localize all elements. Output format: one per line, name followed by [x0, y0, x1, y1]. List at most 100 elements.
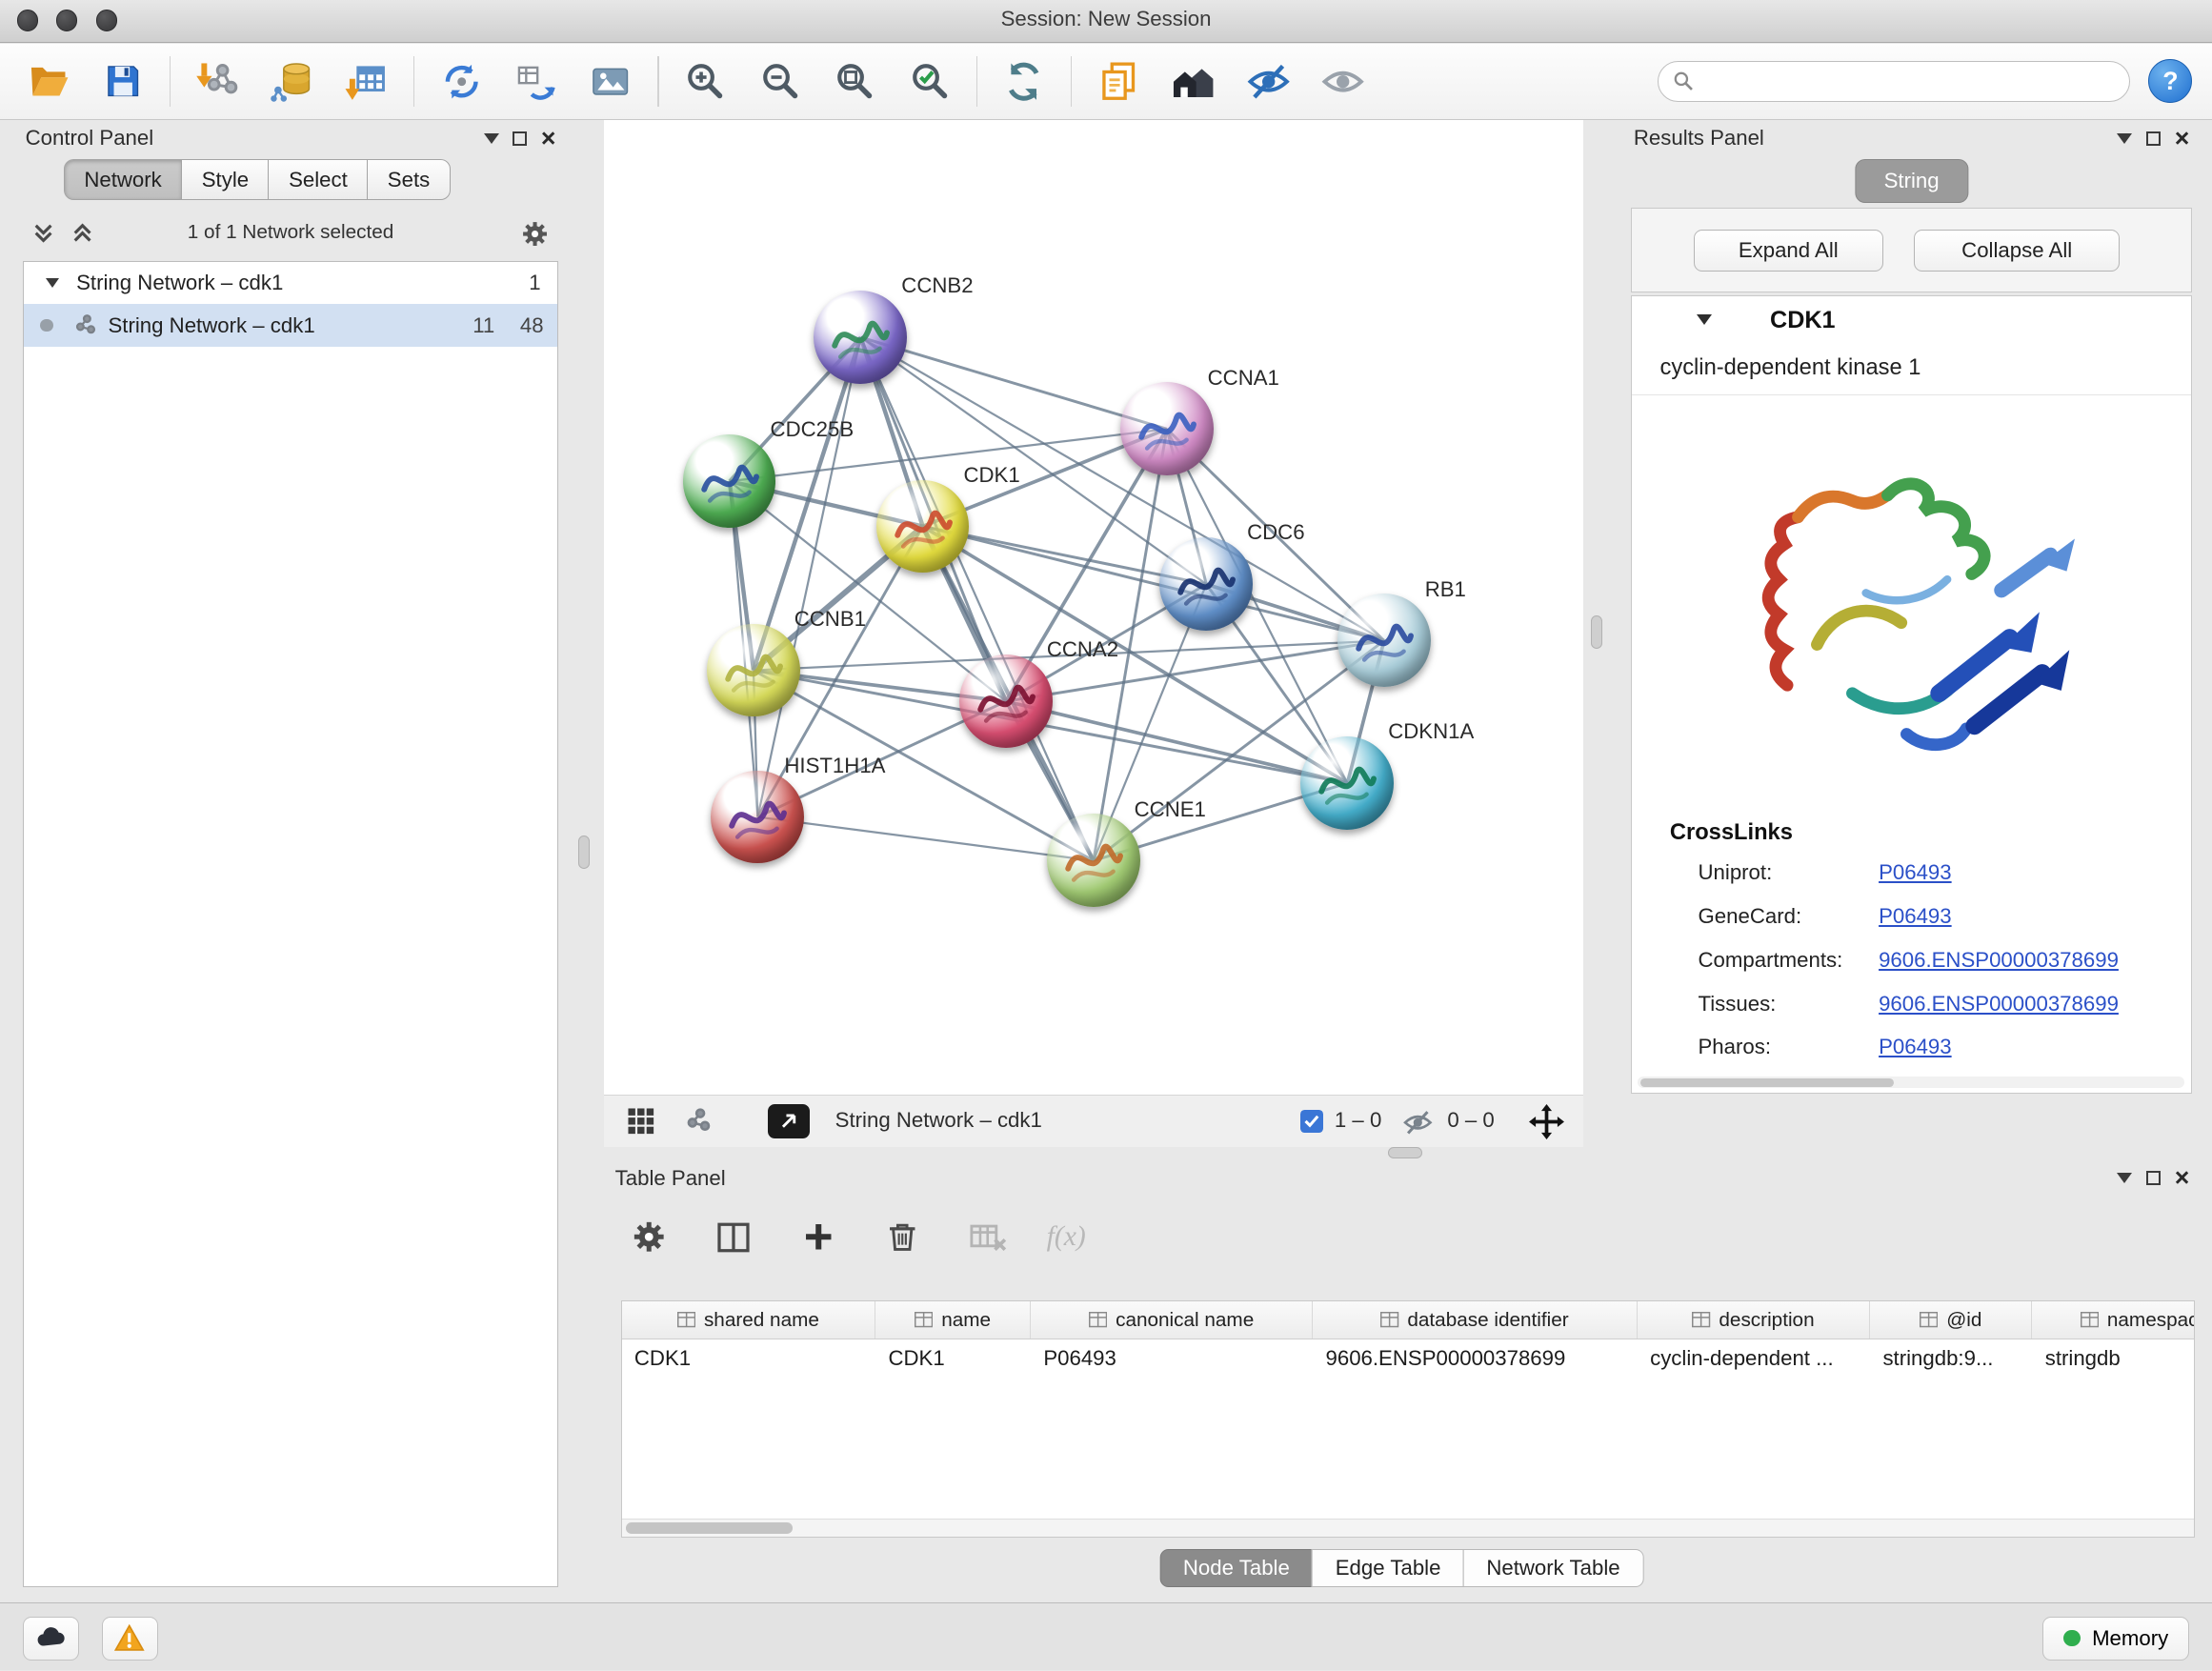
- search-input[interactable]: [1702, 69, 2115, 94]
- float-panel-icon[interactable]: [2146, 131, 2161, 146]
- cell-shared-name[interactable]: CDK1: [622, 1346, 876, 1371]
- network-canvas[interactable]: CCNB2CCNA1CDC25BCDK1CDC6RB1CCNB1CCNA2CDK…: [604, 120, 1583, 1095]
- tab-network-table[interactable]: Network Table: [1463, 1549, 1644, 1587]
- save-session-button[interactable]: [94, 51, 151, 111]
- open-session-button[interactable]: [20, 51, 76, 111]
- results-scrollbar-thumb[interactable]: [1640, 1078, 1895, 1087]
- tab-style[interactable]: Style: [181, 159, 270, 200]
- tab-select[interactable]: Select: [268, 159, 368, 200]
- network-node-hist1h1a[interactable]: [711, 771, 804, 864]
- results-scrollbar-track[interactable]: [1638, 1077, 2185, 1088]
- close-panel-icon[interactable]: ×: [2175, 129, 2190, 149]
- cell-canonical-name[interactable]: P06493: [1031, 1346, 1313, 1371]
- crosslink-link-compartments[interactable]: 9606.ENSP00000378699: [1879, 948, 2119, 973]
- export-image-button[interactable]: [583, 51, 639, 111]
- tab-network[interactable]: Network: [64, 159, 183, 200]
- memory-button[interactable]: Memory: [2042, 1617, 2189, 1661]
- crosslink-link-tissues[interactable]: 9606.ENSP00000378699: [1879, 992, 2119, 1017]
- cloud-status-button[interactable]: [23, 1617, 79, 1661]
- collapse-all-button[interactable]: Collapse All: [1914, 230, 2120, 272]
- table-hscrollbar-track[interactable]: [622, 1519, 2195, 1537]
- import-table-file-button[interactable]: [338, 51, 394, 111]
- function-builder-button[interactable]: f(x): [1047, 1221, 1086, 1253]
- network-node-ccna1[interactable]: [1120, 382, 1214, 475]
- pan-move-icon[interactable]: [1529, 1104, 1564, 1139]
- float-panel-icon[interactable]: [2146, 1171, 2161, 1185]
- tab-string[interactable]: String: [1855, 159, 1968, 203]
- cell-id[interactable]: stringdb:9...: [1870, 1346, 2032, 1371]
- gear-icon[interactable]: [520, 219, 550, 249]
- panel-menu-icon[interactable]: [484, 133, 499, 144]
- network-node-ccnb2[interactable]: [814, 291, 907, 384]
- network-node-cdk1[interactable]: [876, 480, 970, 574]
- splitter-handle-left[interactable]: [578, 836, 590, 870]
- network-node-cdkn1a[interactable]: [1300, 736, 1394, 830]
- table-hscrollbar-thumb[interactable]: [626, 1522, 793, 1534]
- column-header-name[interactable]: name: [875, 1301, 1031, 1339]
- network-edge-cdk1-rb1[interactable]: [922, 526, 1383, 640]
- cell-name[interactable]: CDK1: [875, 1346, 1031, 1371]
- network-edge-ccna2-cdkn1a[interactable]: [1006, 701, 1347, 783]
- column-header-shared-name[interactable]: shared name: [622, 1301, 876, 1339]
- network-node-ccnb1[interactable]: [707, 624, 800, 717]
- zoom-selected-button[interactable]: [901, 51, 957, 111]
- warnings-button[interactable]: [102, 1617, 158, 1661]
- collapse-gene-icon[interactable]: [1697, 314, 1712, 325]
- crosslink-link-genecard[interactable]: P06493: [1879, 904, 1952, 929]
- add-column-button[interactable]: [793, 1212, 843, 1262]
- network-node-rb1[interactable]: [1337, 594, 1431, 687]
- delete-column-button[interactable]: [877, 1212, 928, 1262]
- zoom-fit-button[interactable]: [827, 51, 883, 111]
- column-header-namespace[interactable]: namespace: [2032, 1301, 2195, 1339]
- selected-checkbox-icon[interactable]: [1300, 1110, 1323, 1133]
- home-panels-button[interactable]: [1165, 51, 1221, 111]
- network-row[interactable]: String Network – cdk1 11 48: [24, 304, 558, 346]
- network-node-cdc25b[interactable]: [683, 434, 776, 528]
- tab-node-table[interactable]: Node Table: [1159, 1549, 1313, 1587]
- tab-sets[interactable]: Sets: [367, 159, 451, 200]
- show-details-button[interactable]: [1315, 51, 1371, 111]
- import-network-database-button[interactable]: [264, 51, 320, 111]
- float-panel-icon[interactable]: [513, 131, 527, 146]
- tree-expander-icon[interactable]: [46, 278, 59, 288]
- close-panel-icon[interactable]: ×: [2175, 1168, 2190, 1188]
- cell-database-identifier[interactable]: 9606.ENSP00000378699: [1313, 1346, 1638, 1371]
- zoom-out-button[interactable]: [752, 51, 808, 111]
- search-field[interactable]: [1658, 61, 2130, 102]
- cell-namespace[interactable]: stringdb: [2032, 1346, 2195, 1371]
- expand-all-button[interactable]: Expand All: [1694, 230, 1882, 272]
- network-from-selection-button[interactable]: [433, 51, 490, 111]
- network-node-cdc6[interactable]: [1159, 537, 1253, 631]
- network-node-ccna2[interactable]: [959, 654, 1053, 748]
- crosslink-link-uniprot[interactable]: P06493: [1879, 860, 1952, 885]
- clone-network-button[interactable]: [508, 51, 564, 111]
- network-edge-ccnb2-ccne1[interactable]: [860, 337, 1093, 860]
- column-header-description[interactable]: description: [1638, 1301, 1870, 1339]
- zoom-in-button[interactable]: [677, 51, 734, 111]
- panel-menu-icon[interactable]: [2117, 133, 2132, 144]
- panel-menu-icon[interactable]: [2117, 1173, 2132, 1183]
- network-collection-row[interactable]: String Network – cdk1 1: [24, 262, 558, 304]
- cell-description[interactable]: cyclin-dependent ...: [1638, 1346, 1870, 1371]
- help-button[interactable]: ?: [2148, 59, 2192, 103]
- network-edge-ccnb2-hist1h1a[interactable]: [757, 337, 860, 817]
- import-network-file-button[interactable]: [189, 51, 245, 111]
- table-settings-button[interactable]: [624, 1212, 674, 1262]
- show-columns-button[interactable]: [708, 1212, 758, 1262]
- table-row[interactable]: CDK1 CDK1 P06493 9606.ENSP00000378699 cy…: [622, 1339, 2195, 1378]
- column-header-id[interactable]: @id: [1870, 1301, 2032, 1339]
- birds-eye-view-button[interactable]: [768, 1104, 810, 1138]
- crosslink-link-pharos[interactable]: P06493: [1879, 1035, 1952, 1059]
- grid-view-icon[interactable]: [627, 1107, 655, 1136]
- network-edge-hist1h1a-ccne1[interactable]: [757, 816, 1093, 860]
- delete-table-button[interactable]: [962, 1212, 1013, 1262]
- column-header-database-identifier[interactable]: database identifier: [1313, 1301, 1638, 1339]
- hide-panel-button[interactable]: [1240, 51, 1297, 111]
- network-share-icon[interactable]: [683, 1107, 712, 1136]
- copy-annotations-button[interactable]: [1091, 51, 1147, 111]
- column-header-canonical-name[interactable]: canonical name: [1031, 1301, 1313, 1339]
- splitter-handle-right[interactable]: [1591, 615, 1602, 650]
- apply-layout-button[interactable]: [995, 51, 1052, 111]
- splitter-handle-bottom[interactable]: [1388, 1147, 1422, 1158]
- close-panel-icon[interactable]: ×: [541, 129, 556, 149]
